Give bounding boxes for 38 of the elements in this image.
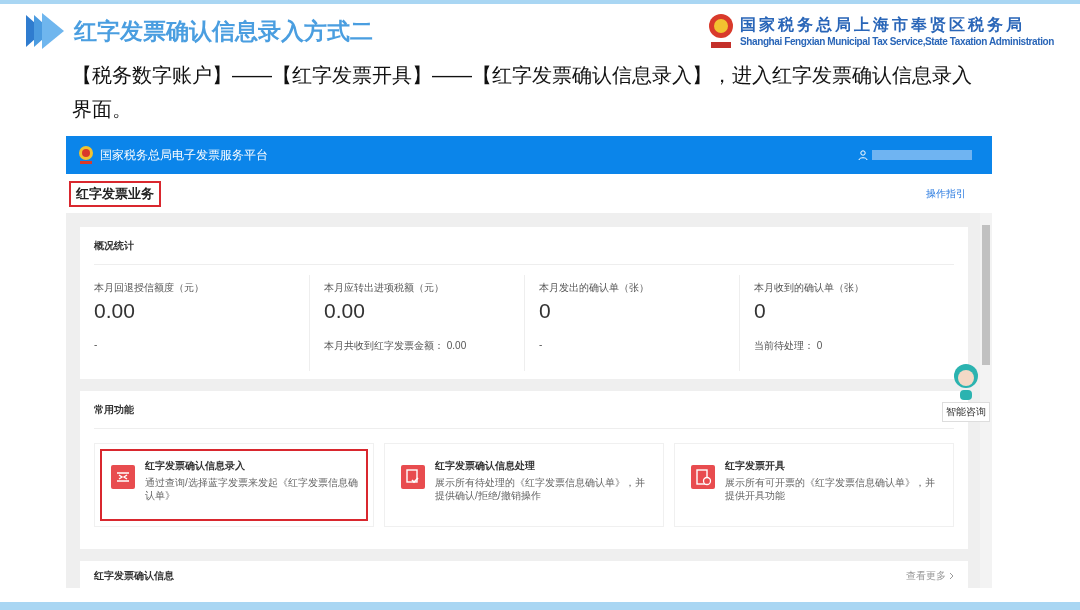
function-title: 红字发票确认信息处理 — [435, 459, 536, 473]
function-description: 展示所有待处理的《红字发票信息确认单》，并提供确认/拒绝/撤销操作 — [435, 476, 646, 502]
stat-label: 本月应转出进项税额（元） — [324, 281, 445, 295]
chevron-right-icon — [949, 572, 954, 580]
page-heading: 红字发票业务 — [69, 180, 161, 207]
stat-value: 0 — [539, 299, 552, 323]
document-check-icon — [401, 465, 425, 489]
organization-name-english: Shanghai Fengxian Municipal Tax Service,State Taxation Administration — [740, 36, 1054, 47]
function-description: 展示所有可开票的《红字发票信息确认单》，并提供开具功能 — [725, 476, 936, 502]
stat-footer: - — [94, 339, 309, 350]
emblem-icon — [78, 145, 94, 165]
document-clock-icon — [691, 465, 715, 489]
guide-link[interactable]: 操作指引 — [926, 186, 966, 201]
function-card[interactable]: 红字发票确认信息处理 展示所有待处理的《红字发票信息确认单》，并提供确认/拒绝/撤销操作 — [384, 443, 664, 527]
function-title: 红字发票确认信息录入 — [145, 459, 246, 473]
assistant-label[interactable]: 智能咨询 — [942, 402, 990, 422]
stat-label: 本月发出的确认单（张） — [539, 281, 650, 295]
stat-footer: - — [539, 339, 739, 350]
function-card[interactable]: 红字发票确认信息录入 通过查询/选择蓝字发票来发起《红字发票信息确认单》 — [94, 443, 374, 527]
triangles-icon — [24, 11, 66, 51]
stat-footer: 当前待处理： 0 — [754, 339, 954, 353]
transfer-icon — [111, 465, 135, 489]
stat-value: 0.00 — [94, 299, 136, 323]
stat-label: 本月收到的确认单（张） — [754, 281, 865, 295]
slide-title: 红字发票确认信息录入方式二 — [74, 16, 373, 46]
stat-label: 本月回退授信额度（元） — [94, 281, 205, 295]
stat-footer: 本月共收到红字发票金额： 0.00 — [324, 339, 524, 353]
card-title: 概况统计 — [94, 227, 954, 265]
instruction-text: 【税务数字账户】——【红字发票开具】——【红字发票确认信息录入】，进入红字发票确认信息录入界面。 — [71, 63, 973, 122]
section-title: 红字发票确认信息 — [94, 569, 174, 583]
stat-value: 0 — [754, 299, 767, 323]
stat-value: 0.00 — [324, 299, 366, 323]
function-card[interactable]: 红字发票开具 展示所有可开票的《红字发票信息确认单》，并提供开具功能 — [674, 443, 954, 527]
function-title: 红字发票开具 — [725, 459, 786, 473]
user-icon[interactable] — [858, 150, 868, 160]
function-description: 通过查询/选择蓝字发票来发起《红字发票信息确认单》 — [145, 476, 359, 502]
organization-name: 国家税务总局上海市奉贤区税务局 — [740, 15, 1026, 36]
platform-title: 国家税务总局电子发票服务平台 — [100, 146, 268, 164]
